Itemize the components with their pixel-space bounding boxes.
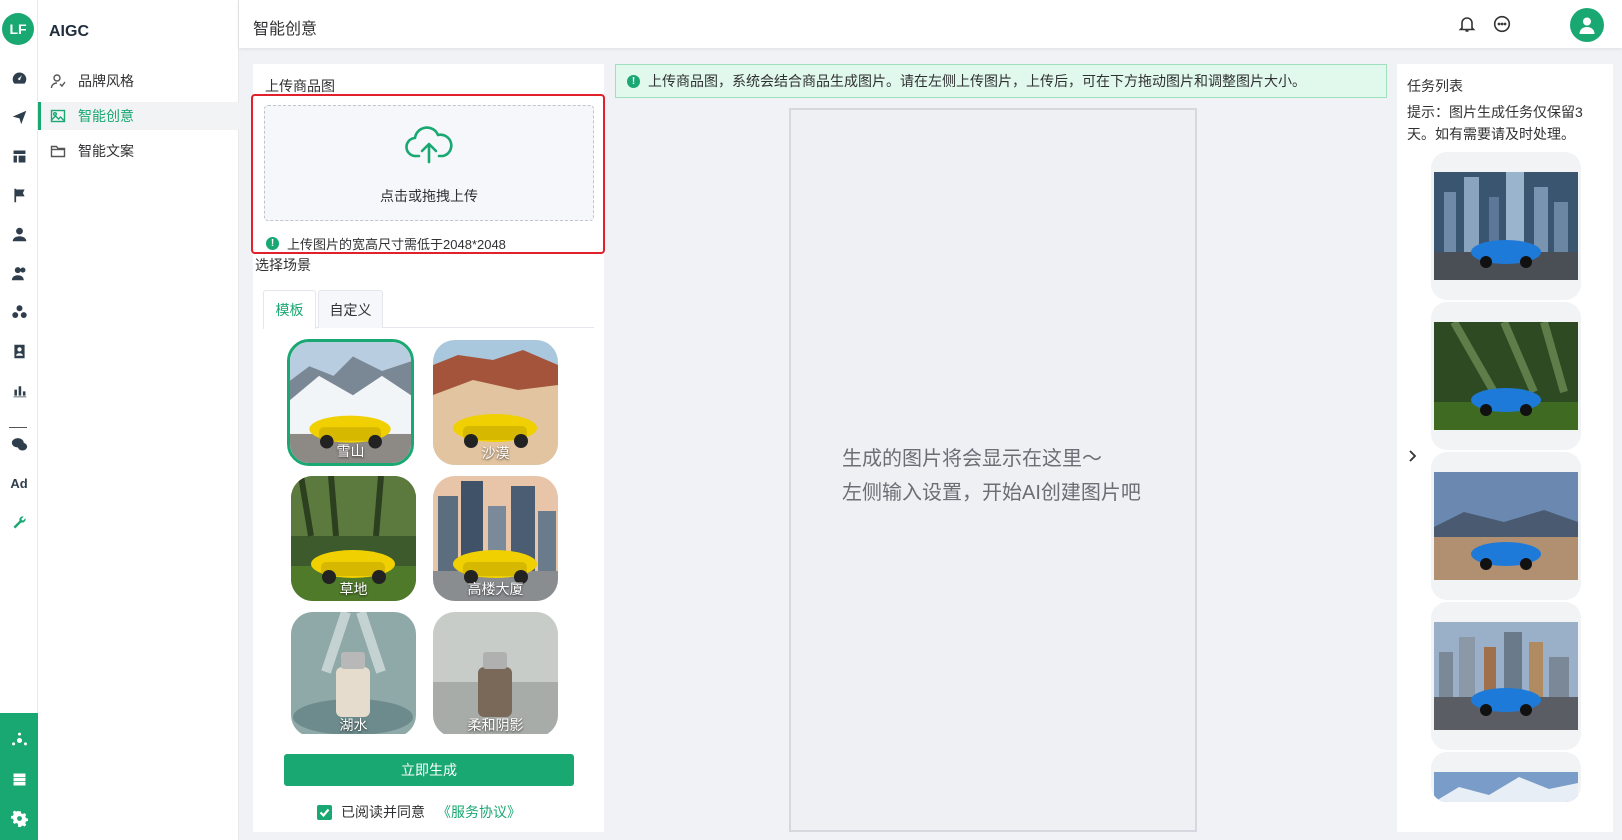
users-icon[interactable] (9, 263, 29, 283)
contacts-icon[interactable] (9, 341, 29, 361)
scene-template-lake[interactable]: 湖水 (291, 612, 416, 734)
task-thumbnail (1434, 772, 1578, 802)
group-icon[interactable] (9, 302, 29, 322)
sidebar-item-smart-creative[interactable]: 智能创意 (38, 102, 239, 130)
agreement-row: 已阅读并同意 《服务协议》 (317, 802, 521, 822)
bell-icon[interactable] (1458, 15, 1476, 33)
task-item[interactable] (1431, 602, 1581, 750)
task-thumbnail (1434, 622, 1578, 730)
top-header: 智能创意 (239, 0, 1622, 48)
upload-hint-text: 上传图片的宽高尺寸需低于2048*2048 (287, 237, 506, 252)
server-icon[interactable] (9, 769, 29, 789)
avatar-icon (1579, 17, 1595, 34)
task-list-panel: 任务列表 提示：图片生成任务仅保留3天。如有需要请及时处理。 (1397, 64, 1613, 832)
scene-label: 高楼大厦 (467, 581, 524, 597)
chat-icon[interactable] (1493, 15, 1511, 33)
scene-section-title: 选择场景 (255, 257, 311, 273)
wrench-icon[interactable] (9, 512, 29, 532)
task-thumbnail (1434, 322, 1578, 430)
send-icon[interactable] (9, 107, 29, 127)
scene-template-skyscrapers[interactable]: 高楼大厦 (433, 476, 558, 601)
flag-icon[interactable] (9, 185, 29, 205)
task-thumbnail (1434, 172, 1578, 280)
agree-checkbox[interactable] (317, 804, 332, 820)
wechat-icon[interactable] (9, 434, 29, 454)
scene-label: 草地 (339, 581, 368, 597)
scene-tabs: 模板 自定义 (263, 290, 594, 329)
dashboard-icon[interactable] (9, 68, 29, 88)
settings-panel: 上传商品图 点击或拖拽上传 ! 上传图片的宽高尺寸需低于2048*2048 选择… (251, 64, 605, 832)
upload-hint: ! 上传图片的宽高尺寸需低于2048*2048 (266, 234, 506, 253)
sidebar-item-brand-style[interactable]: 品牌风格 (38, 67, 239, 95)
scene-template-snow-mountain[interactable]: 雪山 (287, 339, 414, 466)
info-icon: ! (627, 74, 640, 88)
scene-label: 雪山 (336, 443, 365, 459)
info-banner: ! 上传商品图，系统会结合商品生成图片。请在左侧上传图片，上传后，可在下方拖动图… (615, 64, 1387, 98)
layout-icon[interactable] (9, 146, 29, 166)
gear-icon[interactable] (9, 808, 29, 828)
page-title: 智能创意 (253, 21, 318, 38)
upload-drop-text: 点击或拖拽上传 (380, 188, 478, 204)
generate-button[interactable]: 立即生成 (284, 754, 574, 786)
upload-dropzone[interactable]: 点击或拖拽上传 (264, 105, 594, 221)
task-thumbnail (1434, 472, 1578, 580)
brand-style-icon (50, 74, 66, 89)
task-list-tip: 提示：图片生成任务仅保留3天。如有需要请及时处理。 (1407, 104, 1583, 142)
canvas-placeholder: 生成的图片将会显示在这里～ 左侧输入设置，开始AI创建图片吧 (842, 442, 1141, 510)
rail-divider (9, 427, 27, 428)
scene-label: 湖水 (339, 717, 368, 733)
check-icon (319, 808, 330, 817)
icon-rail: LF Ad (0, 0, 38, 840)
user-icon[interactable] (9, 224, 29, 244)
canvas-placeholder-line2: 左侧输入设置，开始AI创建图片吧 (842, 482, 1141, 504)
cloud-upload-icon (405, 124, 453, 168)
task-item[interactable] (1431, 152, 1581, 300)
folder-icon (50, 145, 66, 158)
sidebar-item-label: 智能文案 (78, 143, 134, 159)
app-name: AIGC (49, 23, 89, 40)
scene-template-desert[interactable]: 沙漠 (433, 340, 558, 465)
upload-section-title: 上传商品图 (265, 78, 335, 94)
tab-custom[interactable]: 自定义 (318, 290, 383, 328)
task-item[interactable] (1431, 752, 1581, 802)
sidebar: AIGC 品牌风格 智能创意 智能文案 (38, 0, 239, 840)
info-icon: ! (266, 237, 279, 250)
sidebar-item-label: 品牌风格 (78, 73, 134, 89)
sidebar-item-smart-copy[interactable]: 智能文案 (38, 137, 239, 165)
rail-bottom-group (0, 713, 38, 840)
scene-template-grid: 雪山 沙漠 草地 高楼大厦 湖水 柔和阴影 (253, 334, 604, 734)
image-icon (50, 109, 66, 123)
canvas-placeholder-line1: 生成的图片将会显示在这里～ (842, 448, 1102, 470)
app-logo[interactable]: LF (2, 13, 34, 45)
scene-label: 沙漠 (481, 445, 510, 461)
image-canvas[interactable]: 生成的图片将会显示在这里～ 左侧输入设置，开始AI创建图片吧 (789, 108, 1197, 832)
scene-template-soft-shadow[interactable]: 柔和阴影 (433, 612, 558, 734)
task-list-title: 任务列表 (1407, 78, 1463, 94)
agree-text: 已阅读并同意 (341, 804, 425, 820)
avatar[interactable] (1570, 8, 1604, 42)
chart-icon[interactable] (9, 380, 29, 400)
settings-network-icon[interactable] (9, 730, 29, 750)
upload-area-highlight: 点击或拖拽上传 ! 上传图片的宽高尺寸需低于2048*2048 (251, 94, 605, 254)
task-item[interactable] (1431, 302, 1581, 450)
service-agreement-link[interactable]: 《服务协议》 (437, 802, 521, 822)
task-item[interactable] (1431, 452, 1581, 600)
info-banner-text: 上传商品图，系统会结合商品生成图片。请在左侧上传图片，上传后，可在下方拖动图片和… (648, 73, 1306, 89)
chevron-right-icon[interactable] (1405, 449, 1419, 463)
sidebar-item-label: 智能创意 (78, 108, 134, 124)
scene-label: 柔和阴影 (467, 717, 524, 733)
scene-template-grassland[interactable]: 草地 (291, 476, 416, 601)
ad-icon[interactable]: Ad (9, 473, 29, 493)
tab-template[interactable]: 模板 (263, 290, 316, 329)
